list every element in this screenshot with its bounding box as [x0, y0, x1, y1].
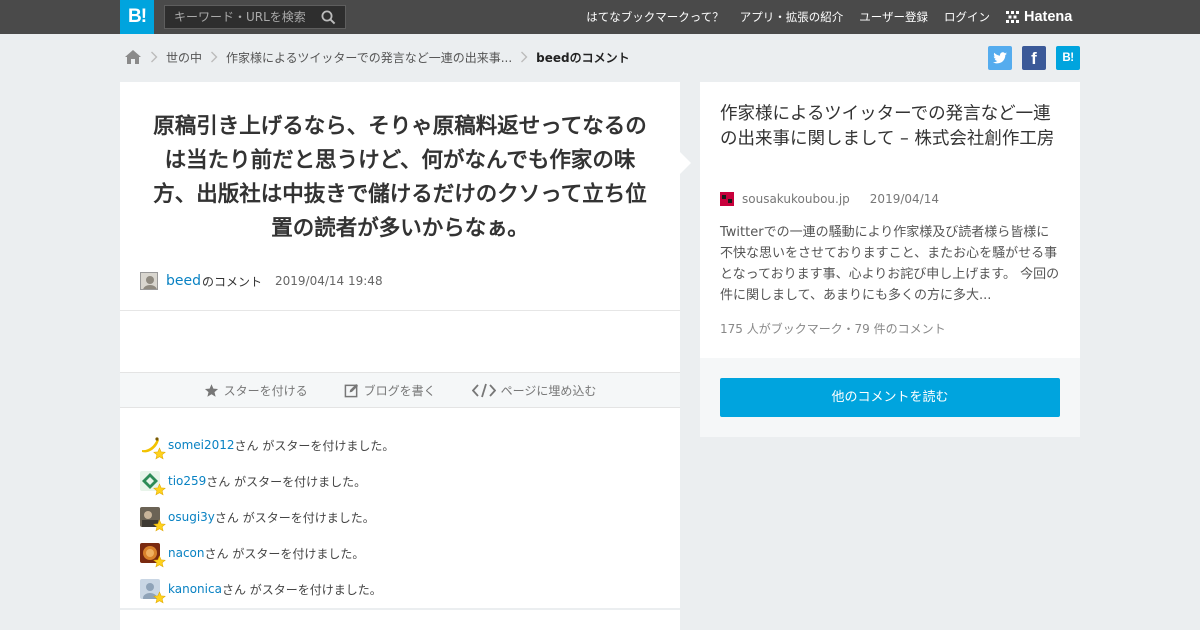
add-star-button[interactable]: スターを付ける [204, 382, 308, 399]
entry-domain-link[interactable]: sousakukoubou.jp [742, 192, 850, 206]
twitter-bird-icon [993, 52, 1007, 64]
avatar[interactable] [140, 579, 166, 604]
site-favicon-icon [720, 192, 734, 206]
star-icon [153, 483, 166, 496]
star-suffix: さん がスターを付けました。 [221, 582, 382, 597]
embed-button[interactable]: ページに埋め込む [471, 382, 597, 399]
divider [120, 608, 680, 610]
comment-user-link[interactable]: beed [166, 273, 201, 289]
card-pointer [680, 152, 691, 174]
comment-date[interactable]: 2019/04/14 19:48 [275, 274, 383, 288]
search-icon[interactable] [321, 10, 336, 25]
comment-card: 原稿引き上げるなら、そりゃ原稿料返せってなるのは当たり前だと思うけど、何がなんで… [120, 82, 680, 630]
top-nav: はてなブックマークって？ アプリ・拡張の紹介 ユーザー登録 ログイン [586, 0, 990, 34]
chevron-right-icon [520, 51, 528, 63]
comment-actions: スターを付ける ブログを書く ページに埋め込む [120, 372, 680, 408]
signup-link[interactable]: ユーザー登録 [859, 9, 928, 25]
star-icon [153, 555, 166, 568]
breadcrumb-entry[interactable]: 作家様によるツイッターでの発言など一連の出来事... [226, 49, 512, 66]
add-star-label: スターを付ける [223, 383, 308, 398]
avatar[interactable] [140, 272, 158, 290]
entry-stats[interactable]: 175 人がブックマーク・79 件のコメント [720, 320, 946, 337]
read-other-comments-button[interactable]: 他のコメントを読む [720, 378, 1060, 417]
avatar[interactable] [140, 471, 166, 496]
hatena-bookmark-share-button[interactable]: B! [1056, 46, 1080, 70]
star-user-link[interactable]: somei2012 [168, 438, 235, 452]
star-user-link[interactable]: nacon [168, 546, 205, 560]
write-blog-label: ブログを書く [363, 383, 436, 398]
pencil-edit-icon [344, 383, 358, 397]
search-box[interactable] [164, 5, 346, 29]
entry-title-link[interactable]: 作家様によるツイッターでの発言など一連の出来事に関しまして – 株式会社創作工房 [720, 102, 1064, 152]
breadcrumb: 世の中 作家様によるツイッターでの発言など一連の出来事... beedのコメント [124, 46, 630, 68]
star-suffix: さん がスターを付けました。 [206, 474, 367, 489]
star-item: tio259 さん がスターを付けました。 [140, 463, 394, 499]
avatar[interactable] [140, 543, 166, 568]
star-icon [204, 383, 218, 397]
star-suffix: さん がスターを付けました。 [204, 546, 365, 561]
star-icon [153, 591, 166, 604]
entry-date: 2019/04/14 [869, 192, 939, 206]
comment-text: 原稿引き上げるなら、そりゃ原稿料返せってなるのは当たり前だと思うけど、何がなんで… [153, 114, 647, 241]
star-item: osugi3y さん がスターを付けました。 [140, 499, 394, 535]
chevron-right-icon [150, 51, 158, 63]
comment-user-suffix: のコメント [202, 274, 263, 289]
star-icon [153, 519, 166, 532]
twitter-share-button[interactable] [988, 46, 1012, 70]
top-header: B! はてなブックマークって？ アプリ・拡張の紹介 ユーザー登録 ログイン Ha… [0, 0, 1200, 34]
search-input[interactable] [174, 10, 314, 24]
entry-meta: sousakukoubou.jp 2019/04/14 [720, 192, 939, 206]
about-link[interactable]: はてなブックマークって？ [586, 9, 723, 25]
breadcrumb-category[interactable]: 世の中 [166, 49, 202, 66]
hatena-bookmark-logo[interactable]: B! [120, 0, 154, 34]
star-suffix: さん がスターを付けました。 [214, 510, 375, 525]
code-embed-icon [471, 383, 496, 397]
avatar[interactable] [140, 435, 166, 460]
star-item: kanonica さん がスターを付けました。 [140, 571, 394, 607]
breadcrumb-current: beedのコメント [536, 50, 630, 65]
embed-label: ページに埋め込む [500, 383, 597, 398]
star-item: somei2012 さん がスターを付けました。 [140, 427, 394, 463]
star-item: nacon さん がスターを付けました。 [140, 535, 394, 571]
chevron-right-icon [210, 51, 218, 63]
login-link[interactable]: ログイン [944, 9, 990, 25]
divider [120, 310, 680, 311]
comment-byline: beed のコメント 2019/04/14 19:48 [140, 270, 383, 292]
hatena-brand-link[interactable]: Hatena [1006, 0, 1072, 34]
avatar[interactable] [140, 507, 166, 532]
star-list: somei2012 さん がスターを付けました。 tio259 さん がスターを… [140, 427, 394, 607]
home-icon[interactable] [124, 49, 142, 65]
star-icon [153, 447, 166, 460]
star-user-link[interactable]: kanonica [168, 582, 222, 596]
entry-summary: Twitterでの一連の騒動により作家様及び読者様ら皆様に不快な思いをさせており… [720, 225, 1060, 303]
star-user-link[interactable]: tio259 [168, 474, 206, 488]
star-suffix: さん がスターを付けました。 [234, 438, 395, 453]
entry-footer: 他のコメントを読む [700, 358, 1080, 437]
apps-link[interactable]: アプリ・拡張の紹介 [740, 9, 844, 25]
star-user-link[interactable]: osugi3y [168, 510, 215, 524]
write-blog-button[interactable]: ブログを書く [344, 382, 436, 399]
hatena-mark-icon [1006, 11, 1019, 23]
facebook-share-button[interactable]: f [1022, 46, 1046, 70]
hatena-brand-text: Hatena [1024, 9, 1073, 25]
entry-card: 作家様によるツイッターでの発言など一連の出来事に関しまして – 株式会社創作工房… [700, 82, 1080, 358]
